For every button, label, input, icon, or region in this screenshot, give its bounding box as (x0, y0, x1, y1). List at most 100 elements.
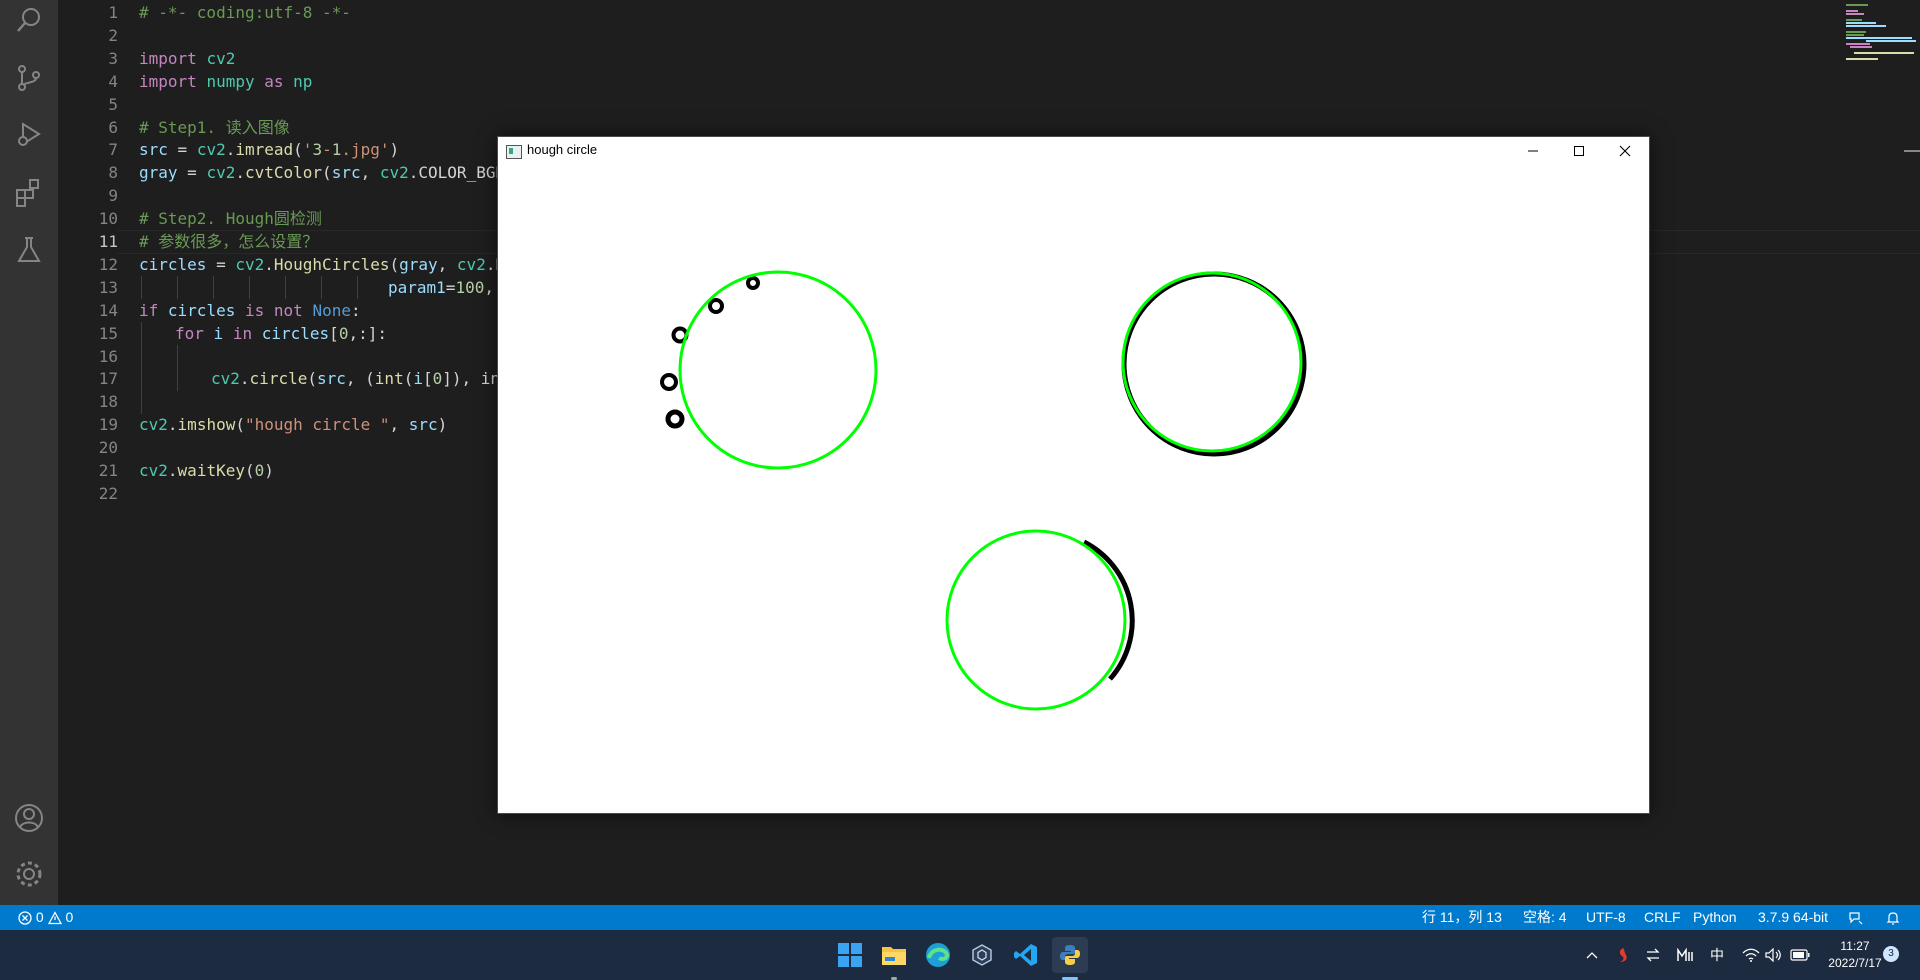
line-number: 17 (98, 369, 118, 389)
language-mode[interactable]: Python (1693, 905, 1737, 930)
show-hidden-icons-chevron-icon[interactable] (1582, 930, 1602, 980)
indent-guide (357, 276, 358, 299)
indent-guide (141, 322, 142, 414)
code-line[interactable]: # 参数很多，怎么设置？ (139, 230, 318, 253)
line-number: 2 (108, 25, 118, 45)
account-icon[interactable] (11, 800, 47, 836)
notification-badge[interactable]: 3 (1883, 946, 1899, 962)
line-number: 5 (108, 94, 118, 114)
edge-browser-icon[interactable] (920, 937, 956, 973)
code-line[interactable]: if circles is not None: (139, 299, 361, 322)
python-interpreter[interactable]: 3.7.9 64-bit (1758, 905, 1828, 930)
volume-icon[interactable] (1763, 930, 1785, 980)
indent-guide (213, 276, 214, 299)
code-line[interactable]: cv2.circle(src, (int(i[0]), int (211, 367, 510, 390)
code-line[interactable]: import cv2 (139, 47, 235, 70)
activity-bar (0, 0, 58, 905)
line-number: 13 (98, 277, 118, 297)
line-number: 21 (98, 461, 118, 480)
code-line[interactable]: param1=100, (388, 276, 494, 299)
testing-icon[interactable] (11, 232, 47, 268)
small-black-ring (746, 276, 760, 290)
python-icon[interactable] (1052, 937, 1088, 980)
line-number: 10 (98, 209, 118, 229)
small-black-ring (708, 298, 724, 314)
extensions-icon[interactable] (11, 174, 47, 210)
line-number: 18 (98, 392, 118, 412)
warning-count: 0 (65, 909, 74, 925)
error-icon (18, 911, 32, 925)
app-tray-icon[interactable] (1674, 930, 1696, 980)
notification-bell-icon[interactable] (1885, 905, 1901, 930)
line-number: 7 (108, 140, 118, 160)
run-debug-icon[interactable] (11, 116, 47, 152)
line-number: 6 (108, 117, 118, 137)
line-number: 14 (98, 300, 118, 320)
code-line[interactable]: cv2.waitKey(0) (139, 459, 274, 482)
error-count: 0 (35, 909, 44, 925)
line-number: 3 (108, 48, 118, 68)
eol-setting[interactable]: CRLF (1644, 905, 1681, 930)
vscode-icon[interactable] (1008, 937, 1044, 973)
indent-guide (249, 276, 250, 299)
small-black-ring (660, 373, 678, 391)
code-line[interactable]: circles = cv2.HoughCircles(gray, cv2.HO (139, 253, 515, 276)
indent-guide (177, 345, 178, 391)
line-number: 15 (98, 323, 118, 343)
small-black-ring (665, 409, 685, 429)
antivirus-icon[interactable] (1612, 930, 1634, 980)
detected-circle (1121, 271, 1303, 453)
scrollbar-marker[interactable] (1904, 150, 1920, 152)
indentation-setting[interactable]: 空格: 4 (1523, 905, 1567, 930)
line-number: 9 (108, 186, 118, 206)
code-line[interactable]: # Step2. Hough圆检测 (139, 207, 322, 230)
detected-circle (945, 529, 1127, 711)
window-titlebar[interactable]: hough circle (498, 137, 1649, 165)
indent-guide (285, 276, 286, 299)
line-number: 12 (98, 254, 118, 274)
cursor-position[interactable]: 行 11，列 13 (1422, 905, 1502, 930)
code-line[interactable]: # -*- coding:utf-8 -*- (139, 1, 351, 24)
file-explorer-icon[interactable] (876, 937, 912, 980)
battery-icon[interactable] (1788, 930, 1812, 980)
hough-result-image (660, 270, 1307, 711)
line-number: 4 (108, 71, 118, 91)
settings-gear-icon[interactable] (11, 856, 47, 892)
source-control-icon[interactable] (11, 60, 47, 96)
ime-indicator[interactable]: 中 (1706, 930, 1728, 980)
opencv-window[interactable]: hough circle (497, 136, 1650, 814)
network-transfer-icon[interactable] (1642, 930, 1664, 980)
line-number: 22 (98, 483, 118, 503)
line-number: 16 (98, 346, 118, 366)
search-icon[interactable] (11, 2, 47, 38)
detected-circle (678, 270, 878, 470)
maximize-button[interactable] (1556, 137, 1602, 165)
indent-guide (321, 276, 322, 299)
code-line[interactable]: cv2.imshow("hough circle ", src) (139, 413, 447, 436)
minimize-button[interactable] (1510, 137, 1556, 165)
wifi-icon[interactable] (1740, 930, 1762, 980)
line-number: 8 (108, 163, 118, 183)
encoding-setting[interactable]: UTF-8 (1586, 905, 1626, 930)
code-line[interactable]: for i in circles[0,:]: (175, 322, 387, 345)
code-line[interactable]: gray = cv2.cvtColor(src, cv2.COLOR_BGR2 (139, 161, 515, 184)
code-line[interactable]: # Step1. 读入图像 (139, 116, 290, 139)
code-line[interactable]: src = cv2.imread('3-1.jpg') (139, 138, 399, 161)
status-bar: 0 0 行 11，列 13 空格: 4 UTF-8 CRLF Python 3.… (0, 905, 1920, 930)
line-number: 19 (98, 415, 118, 435)
problems-indicator[interactable]: 0 0 (18, 905, 73, 930)
close-button[interactable] (1602, 137, 1648, 165)
line-number: 11 (98, 232, 118, 251)
indent-guide (177, 276, 178, 299)
feedback-icon[interactable] (1848, 905, 1864, 930)
virtualbox-icon[interactable] (964, 937, 1000, 973)
window-title: hough circle (527, 142, 598, 157)
windows-taskbar: 中 11:27 2022/7/17 (0, 930, 1920, 980)
line-number: 20 (98, 438, 118, 458)
minimap[interactable] (1846, 0, 1920, 60)
code-line[interactable]: import numpy as np (139, 70, 312, 93)
window-app-icon (506, 145, 522, 159)
line-number: 1 (108, 3, 118, 22)
windows-start-icon[interactable] (832, 937, 868, 973)
indent-guide (141, 276, 142, 299)
